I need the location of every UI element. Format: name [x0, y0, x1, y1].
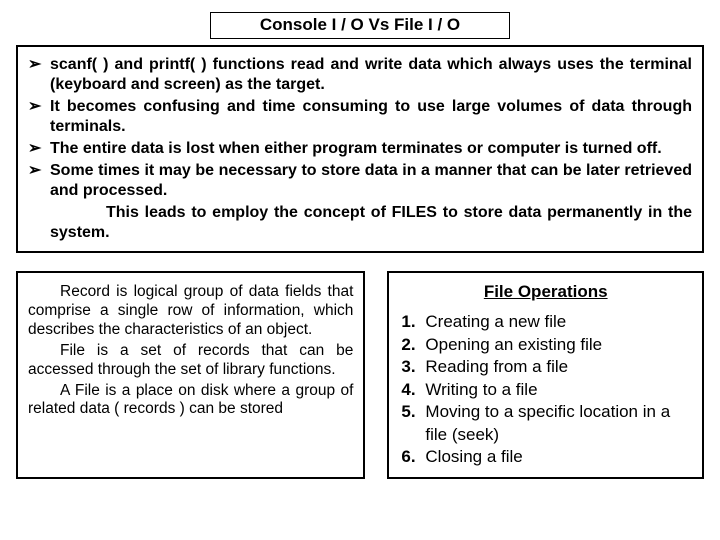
bullet-text: Some times it may be necessary to store … [50, 161, 692, 201]
list-label: Writing to a file [425, 379, 690, 401]
list-item: 5. Moving to a specific location in a fi… [401, 401, 690, 446]
list-item: 4. Writing to a file [401, 379, 690, 401]
list-label: Opening an existing file [425, 334, 690, 356]
list-label: Creating a new file [425, 311, 690, 333]
bullet-text: The entire data is lost when either prog… [50, 139, 692, 159]
list-number: 5. [401, 401, 425, 446]
bullet-item: ➢ Some times it may be necessary to stor… [28, 161, 692, 201]
list-label: Moving to a specific location in a file … [425, 401, 690, 446]
list-number: 2. [401, 334, 425, 356]
file-operations-heading: File Operations [401, 281, 690, 303]
file-definition-1: File is a set of records that can be acc… [28, 342, 353, 380]
list-item: 3. Reading from a file [401, 356, 690, 378]
list-item: 6. Closing a file [401, 446, 690, 468]
list-number: 4. [401, 379, 425, 401]
bullet-tail: This leads to employ the concept of FILE… [50, 203, 692, 243]
bullet-item: ➢ scanf( ) and printf( ) functions read … [28, 55, 692, 95]
bullet-text: scanf( ) and printf( ) functions read an… [50, 55, 692, 95]
bullet-item: ➢ It becomes confusing and time consumin… [28, 97, 692, 137]
list-item: 1. Creating a new file [401, 311, 690, 333]
list-number: 6. [401, 446, 425, 468]
triangle-bullet-icon: ➢ [28, 55, 50, 95]
list-item: 2. Opening an existing file [401, 334, 690, 356]
page-title: Console I / O Vs File I / O [210, 12, 510, 39]
file-definition-2: A File is a place on disk where a group … [28, 382, 353, 420]
list-label: Reading from a file [425, 356, 690, 378]
list-number: 3. [401, 356, 425, 378]
bullet-tail-text: This leads to employ the concept of FILE… [50, 203, 692, 243]
list-label: Closing a file [425, 446, 690, 468]
triangle-bullet-icon: ➢ [28, 97, 50, 137]
main-bullets-box: ➢ scanf( ) and printf( ) functions read … [16, 45, 704, 253]
list-number: 1. [401, 311, 425, 333]
triangle-bullet-icon: ➢ [28, 139, 50, 159]
file-operations-box: File Operations 1. Creating a new file 2… [387, 271, 704, 479]
lower-row: Record is logical group of data fields t… [16, 271, 704, 479]
definitions-box: Record is logical group of data fields t… [16, 271, 365, 479]
triangle-bullet-icon: ➢ [28, 161, 50, 201]
record-definition: Record is logical group of data fields t… [28, 283, 353, 340]
bullet-text: It becomes confusing and time consuming … [50, 97, 692, 137]
bullet-item: ➢ The entire data is lost when either pr… [28, 139, 692, 159]
